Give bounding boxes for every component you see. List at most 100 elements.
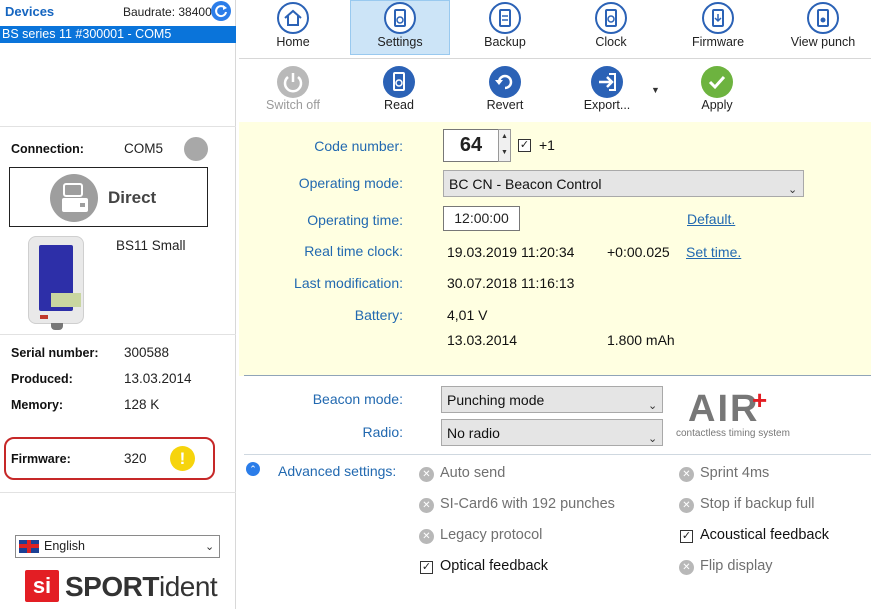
nav-view-punch-button[interactable]: View punch [786, 0, 860, 55]
flip-display-option: Flip display [700, 558, 773, 574]
power-icon [277, 66, 309, 98]
action-label: Revert [486, 98, 524, 112]
nav-clock-button[interactable]: Clock [574, 0, 648, 55]
code-number-input[interactable]: 64 [443, 129, 499, 162]
real-time-clock-value: 19.03.2019 11:20:34 [447, 244, 575, 260]
radio-select[interactable]: No radio ⌄ [441, 419, 663, 446]
optical-feedback-option: Optical feedback [440, 558, 549, 574]
refresh-icon[interactable] [211, 1, 231, 21]
divider [0, 492, 236, 493]
divider [0, 126, 236, 127]
firmware-icon [702, 2, 734, 34]
devices-panel: Devices Baudrate: 38400 BS series 11 #30… [0, 0, 236, 609]
chevron-down-icon: ⌄ [648, 400, 658, 412]
set-time-link[interactable]: Set time. [686, 244, 741, 260]
advanced-settings-label[interactable]: Advanced settings: [278, 463, 396, 479]
nav-label: View punch [790, 35, 856, 49]
direct-mode-box: Direct [9, 167, 208, 227]
clock-offset-value: +0:00.025 [607, 244, 670, 260]
unchecked-icon[interactable]: ✕ [679, 498, 694, 513]
unchecked-icon[interactable]: ✕ [679, 467, 694, 482]
plus-one-checkbox[interactable]: ✓ [518, 139, 531, 152]
nav-backup-button[interactable]: Backup [468, 0, 542, 55]
operating-time-input[interactable]: 12:00:00 [443, 206, 520, 231]
uk-flag-icon [19, 540, 39, 553]
devices-title: Devices [5, 4, 55, 19]
chevron-down-icon: ⌄ [648, 433, 658, 445]
default-link[interactable]: Default. [687, 211, 735, 227]
action-label: Export... [583, 98, 631, 112]
main-panel: Home Settings Backup Clock Firmware View… [236, 0, 871, 609]
toolbar-divider [239, 58, 871, 59]
device-image [28, 236, 84, 330]
radio-label: Radio: [362, 424, 403, 440]
home-icon [277, 2, 309, 34]
nav-label: Firmware [691, 35, 745, 49]
sprint-option: Sprint 4ms [700, 465, 770, 481]
spin-down-icon[interactable]: ▼ [501, 149, 508, 156]
nav-firmware-button[interactable]: Firmware [681, 0, 755, 55]
export-button[interactable]: Export... [570, 62, 644, 114]
action-label: Switch off [266, 98, 320, 112]
spin-up-icon[interactable]: ▲ [501, 133, 508, 140]
device-list-item[interactable]: BS series 11 #300001 - COM5 [0, 26, 236, 43]
serial-number-label: Serial number: [11, 346, 99, 360]
brand-sport: SPORT [65, 571, 159, 602]
action-label: Apply [701, 98, 733, 112]
nav-home-button[interactable]: Home [256, 0, 330, 55]
unchecked-icon[interactable]: ✕ [419, 498, 434, 513]
serial-number-value: 300588 [124, 345, 170, 360]
optical-feedback-checkbox[interactable]: ✓ [420, 561, 433, 574]
section-divider [244, 375, 871, 376]
baudrate-label: Baudrate: 38400 [123, 5, 212, 19]
radio-value: No radio [447, 425, 500, 441]
backup-icon [489, 2, 521, 34]
advanced-divider [244, 454, 871, 455]
switch-off-button[interactable]: Switch off [256, 62, 330, 114]
read-button[interactable]: Read [362, 62, 436, 114]
air-logo-tagline: contactless timing system [676, 428, 790, 439]
divider [0, 334, 236, 335]
nav-settings-button[interactable]: Settings [363, 0, 437, 55]
connection-label: Connection: [11, 142, 84, 156]
produced-value: 13.03.2014 [124, 371, 192, 386]
devices-header: Devices Baudrate: 38400 [0, 0, 236, 24]
firmware-value: 320 [124, 451, 147, 466]
view-punch-icon [807, 2, 839, 34]
acoustical-feedback-option: Acoustical feedback [700, 527, 829, 543]
warning-icon[interactable]: ! [170, 446, 195, 471]
operating-time-label: Operating time: [307, 212, 403, 228]
code-number-spinner[interactable]: ▲ ▼ [498, 129, 511, 162]
collapse-icon[interactable]: ⌃ [246, 462, 260, 476]
export-icon [591, 66, 623, 98]
acoustical-feedback-checkbox[interactable]: ✓ [680, 530, 693, 543]
unchecked-icon[interactable]: ✕ [419, 529, 434, 544]
beacon-mode-value: Punching mode [447, 392, 545, 408]
nav-label: Home [276, 35, 310, 49]
language-value: English [44, 539, 85, 553]
stop-if-backup-full-option: Stop if backup full [700, 496, 815, 512]
device-model: BS11 Small [116, 238, 186, 253]
beacon-mode-select[interactable]: Punching mode ⌄ [441, 386, 663, 413]
legacy-protocol-option: Legacy protocol [440, 527, 543, 543]
chevron-down-icon: ⌄ [205, 541, 215, 553]
language-select[interactable]: English ⌄ [15, 535, 220, 558]
direct-mode-label: Direct [108, 188, 157, 207]
revert-button[interactable]: Revert [468, 62, 542, 114]
unchecked-icon[interactable]: ✕ [679, 560, 694, 575]
air-logo-text: AIR [688, 388, 760, 430]
operating-mode-select[interactable]: BC CN - Beacon Control ⌄ [443, 170, 804, 197]
si-logo-mark: si [25, 570, 59, 602]
unchecked-icon[interactable]: ✕ [419, 467, 434, 482]
last-modification-value: 30.07.2018 11:16:13 [447, 275, 575, 291]
brand-ident: ident [158, 571, 218, 602]
code-number-label: Code number: [314, 138, 403, 154]
beacon-mode-label: Beacon mode: [312, 391, 403, 407]
battery-voltage-value: 4,01 V [447, 307, 488, 323]
si-card6-option: SI-Card6 with 192 punches [440, 496, 615, 512]
apply-button[interactable]: Apply [680, 62, 754, 114]
last-modification-label: Last modification: [294, 275, 403, 291]
clock-icon [595, 2, 627, 34]
memory-label: Memory: [11, 398, 64, 412]
export-dropdown-icon[interactable]: ▼ [651, 85, 660, 95]
